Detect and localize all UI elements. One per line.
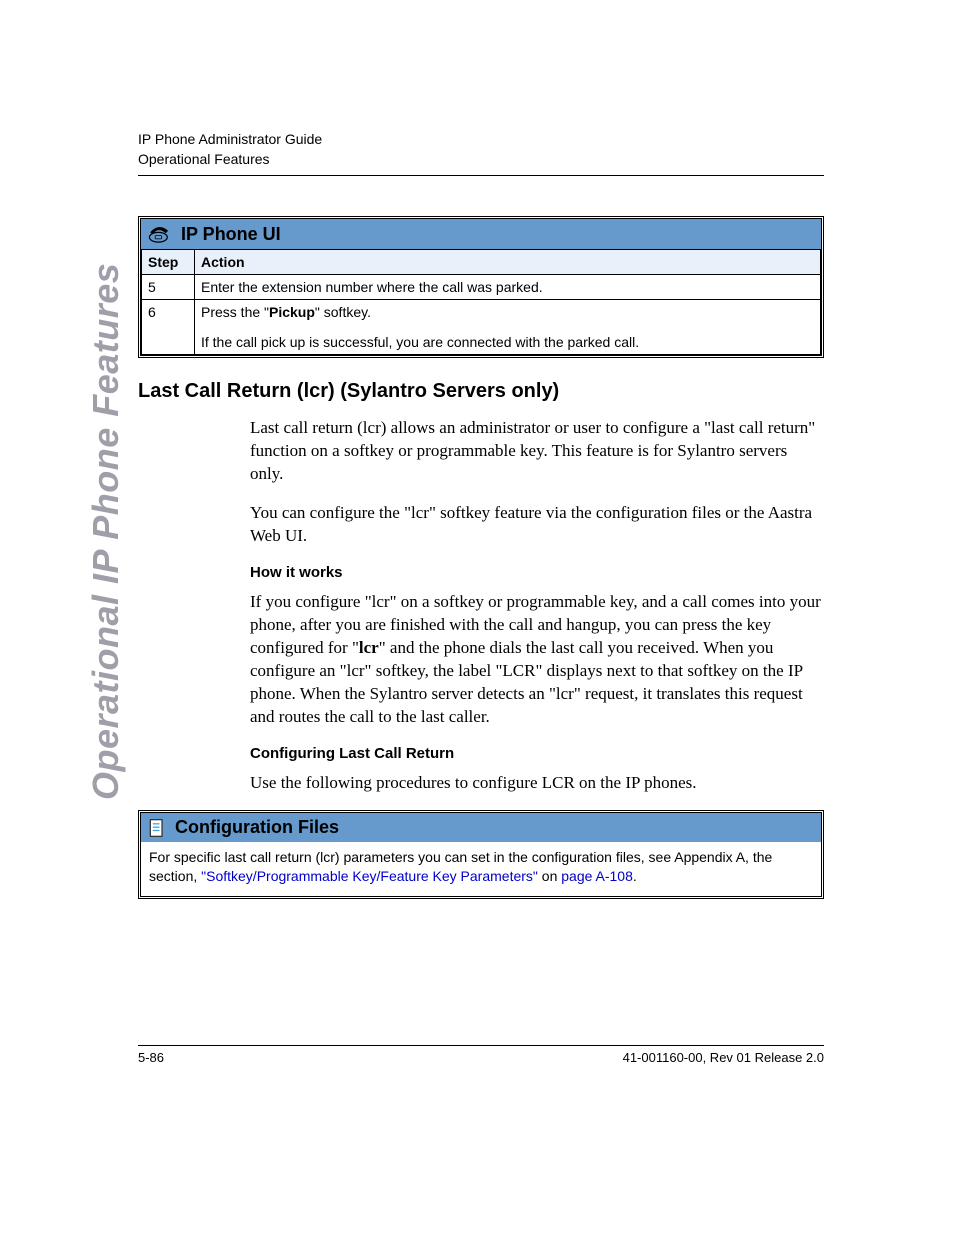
subheading-how-it-works: How it works (250, 564, 824, 581)
col-action: Action (195, 250, 821, 275)
paragraph: If you configure "lcr" on a softkey or p… (250, 591, 824, 729)
panel-title: Configuration Files (175, 817, 339, 838)
footer-rule (138, 1045, 824, 1046)
document-icon (147, 818, 167, 838)
table-header-row: Step Action (142, 250, 821, 275)
xref-link[interactable]: "Softkey/Programmable Key/Feature Key Pa… (201, 868, 538, 884)
phone-icon (147, 223, 173, 245)
col-step: Step (142, 250, 195, 275)
step-number: 5 (142, 275, 195, 300)
header-line-2: Operational Features (138, 150, 824, 170)
configuration-files-panel: Configuration Files For specific last ca… (138, 810, 824, 899)
footer: 5-86 41-001160-00, Rev 01 Release 2.0 (138, 1045, 824, 1065)
subheading-configuring: Configuring Last Call Return (250, 745, 824, 762)
header-rule (138, 175, 824, 176)
page-number: 5-86 (138, 1050, 164, 1065)
doc-revision: 41-001160-00, Rev 01 Release 2.0 (623, 1050, 824, 1065)
panel-header: Configuration Files (141, 813, 821, 842)
page: IP Phone Administrator Guide Operational… (0, 0, 954, 1235)
paragraph: Last call return (lcr) allows an adminis… (250, 417, 824, 486)
panel-body: For specific last call return (lcr) para… (141, 842, 821, 896)
table-row: 6 Press the "Pickup" softkey. If the cal… (142, 300, 821, 355)
panel-header: IP Phone UI (141, 219, 821, 249)
section-heading: Last Call Return (lcr) (Sylantro Servers… (138, 380, 824, 403)
ip-phone-ui-panel: IP Phone UI Step Action 5 Enter the exte… (138, 216, 824, 358)
step-action: Press the "Pickup" softkey. If the call … (195, 300, 821, 355)
steps-table: Step Action 5 Enter the extension number… (141, 249, 821, 355)
running-header: IP Phone Administrator Guide Operational… (138, 130, 824, 169)
paragraph: Use the following procedures to configur… (250, 772, 824, 795)
side-tab: Operational IP Phone Features (85, 263, 127, 800)
page-link[interactable]: page A-108 (561, 868, 633, 884)
step-action: Enter the extension number where the cal… (195, 275, 821, 300)
panel-title: IP Phone UI (181, 224, 281, 245)
table-row: 5 Enter the extension number where the c… (142, 275, 821, 300)
paragraph: You can configure the "lcr" softkey feat… (250, 502, 824, 548)
step-number: 6 (142, 300, 195, 355)
header-line-1: IP Phone Administrator Guide (138, 130, 824, 150)
body-column: Last call return (lcr) allows an adminis… (250, 417, 824, 794)
